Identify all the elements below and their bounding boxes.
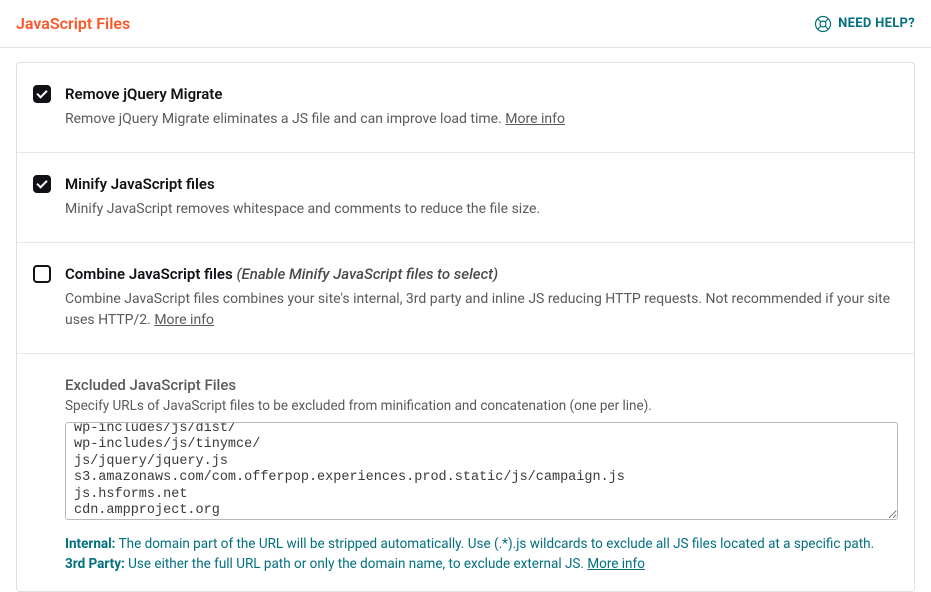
option-description: Minify JavaScript removes whitespace and…	[65, 199, 898, 220]
option-note: (Enable Minify JavaScript files to selec…	[236, 265, 498, 283]
option-content: Remove jQuery Migrate Remove jQuery Migr…	[65, 85, 898, 130]
remove-jquery-migrate-checkbox[interactable]	[33, 85, 51, 103]
third-party-text: Use either the full URL path or only the…	[125, 556, 588, 572]
excluded-description: Specify URLs of JavaScript files to be e…	[65, 398, 898, 414]
need-help-link[interactable]: NEED HELP?	[814, 15, 915, 33]
option-remove-jquery-migrate: Remove jQuery Migrate Remove jQuery Migr…	[17, 63, 914, 153]
combine-js-checkbox[interactable]	[33, 265, 51, 283]
excluded-footnotes: Internal: The domain part of the URL wil…	[65, 534, 898, 575]
excluded-js-textarea[interactable]	[65, 422, 898, 520]
more-info-link[interactable]: More info	[154, 312, 214, 328]
section-header: JavaScript Files NEED HELP?	[0, 0, 931, 48]
help-icon	[814, 15, 832, 33]
option-content: Combine JavaScript files (Enable Minify …	[65, 265, 898, 331]
third-party-label: 3rd Party:	[65, 556, 125, 572]
internal-label: Internal:	[65, 536, 116, 552]
option-content: Minify JavaScript files Minify JavaScrip…	[65, 175, 898, 220]
more-info-link[interactable]: More info	[587, 556, 645, 572]
minify-js-checkbox[interactable]	[33, 175, 51, 193]
option-minify-js: Minify JavaScript files Minify JavaScrip…	[17, 153, 914, 243]
more-info-link[interactable]: More info	[505, 111, 565, 127]
option-title: Minify JavaScript files	[65, 175, 898, 193]
option-title: Remove jQuery Migrate	[65, 85, 898, 103]
need-help-label: NEED HELP?	[838, 16, 915, 31]
options-panel: Remove jQuery Migrate Remove jQuery Migr…	[16, 62, 915, 592]
excluded-title: Excluded JavaScript Files	[65, 376, 898, 394]
internal-text: The domain part of the URL will be strip…	[116, 536, 875, 552]
option-combine-js: Combine JavaScript files (Enable Minify …	[17, 243, 914, 354]
option-description: Combine JavaScript files combines your s…	[65, 289, 898, 331]
option-title: Combine JavaScript files (Enable Minify …	[65, 265, 898, 283]
option-description: Remove jQuery Migrate eliminates a JS fi…	[65, 109, 898, 130]
excluded-js-section: Excluded JavaScript Files Specify URLs o…	[17, 354, 914, 591]
page-title: JavaScript Files	[16, 14, 130, 33]
